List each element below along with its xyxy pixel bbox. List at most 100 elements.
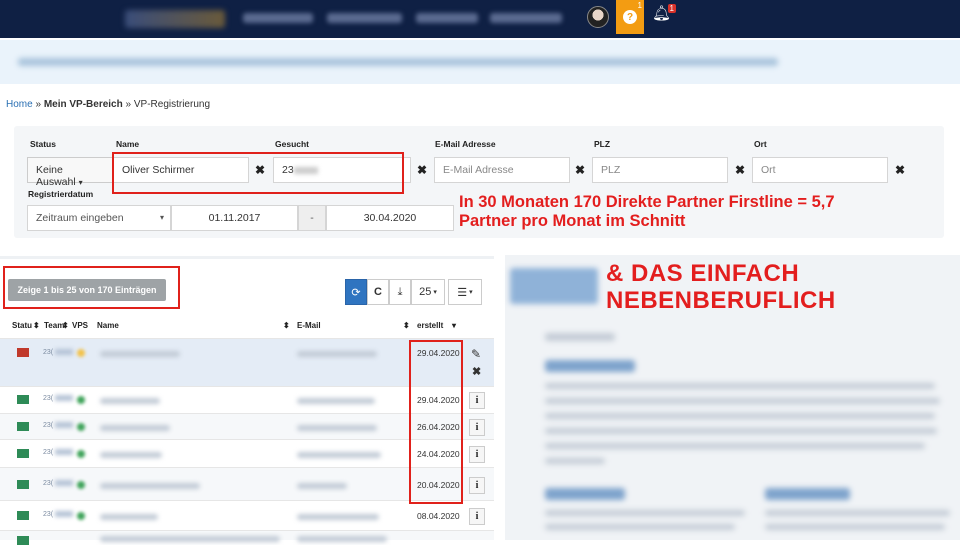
date-separator: - <box>298 205 326 231</box>
right-panel-subheading <box>545 488 625 500</box>
sort-icon: ⬍ <box>403 321 410 330</box>
mail-status-icon <box>17 449 29 458</box>
vps-status-icon <box>77 423 85 431</box>
nav-menu-item[interactable] <box>327 13 402 23</box>
date-range-select[interactable]: Zeitraum eingeben ▾ <box>27 205 171 231</box>
reload-icon: C <box>374 286 382 298</box>
col-status[interactable]: Statu <box>12 321 32 330</box>
table-row[interactable]: 23( 08.04.2020 i <box>0 500 494 530</box>
email-cell <box>297 536 387 542</box>
brand-logo[interactable] <box>125 10 225 28</box>
sort-icon: ⬍ <box>283 321 290 330</box>
date-from-input[interactable]: 01.11.2017 <box>171 205 298 231</box>
team-id: 23( <box>43 395 74 402</box>
status-label: Status <box>30 139 56 149</box>
clear-gesucht-button[interactable]: ✖ <box>411 157 433 183</box>
notification-badge: 1 <box>667 4 676 13</box>
email-cell <box>297 398 375 404</box>
top-navbar: ? 1 🔔︎ 1 <box>0 0 960 38</box>
right-panel-text <box>545 383 935 389</box>
clear-plz-button[interactable]: ✖ <box>729 157 751 183</box>
delete-icon[interactable]: ✖ <box>472 365 481 378</box>
name-cell <box>100 536 280 542</box>
team-id: 23( <box>43 422 74 429</box>
col-vps[interactable]: VPS <box>72 321 88 330</box>
email-input[interactable]: E-Mail Adresse <box>434 157 570 183</box>
user-avatar[interactable] <box>587 6 609 28</box>
ort-input[interactable]: Ort <box>752 157 888 183</box>
column-toggle-button[interactable]: ☰ ▾ <box>448 279 482 305</box>
notification-button[interactable]: 🔔︎ 1 <box>652 4 676 32</box>
clear-ort-button[interactable]: ✖ <box>889 157 911 183</box>
vps-status-icon <box>77 450 85 458</box>
highlight-box-count <box>3 266 180 309</box>
name-cell <box>100 425 170 431</box>
team-id: 23( <box>43 349 74 356</box>
info-icon: i <box>475 422 479 433</box>
edit-icon[interactable]: ✎ <box>471 347 481 361</box>
status-dropdown-value: Keine Auswahl <box>36 164 76 188</box>
info-button[interactable]: i <box>469 392 485 409</box>
info-icon: i <box>475 449 479 460</box>
sort-icon: ⬍ <box>33 321 40 330</box>
highlight-box-name <box>112 152 404 194</box>
breadcrumb-home-link[interactable]: Home <box>6 99 33 110</box>
col-email[interactable]: E-Mail <box>297 321 321 330</box>
col-created[interactable]: erstellt <box>417 321 443 330</box>
created-date: 08.04.2020 <box>417 511 460 521</box>
nav-menu-item[interactable] <box>243 13 313 23</box>
right-panel-text <box>545 510 745 516</box>
breadcrumb-separator: » <box>35 99 42 110</box>
plz-input[interactable]: PLZ <box>592 157 728 183</box>
info-button[interactable]: i <box>469 446 485 463</box>
table-row[interactable] <box>0 530 494 545</box>
vps-status-icon <box>77 512 85 520</box>
right-panel-header-button <box>510 268 598 304</box>
info-button[interactable]: i <box>469 508 485 525</box>
reload-button[interactable]: C <box>367 279 389 305</box>
info-banner-text <box>18 58 778 66</box>
vps-status-icon <box>77 481 85 489</box>
question-icon: ? <box>623 10 637 24</box>
name-cell <box>100 398 160 404</box>
email-cell <box>297 483 347 489</box>
gesucht-label: Gesucht <box>275 139 310 149</box>
team-id: 23( <box>43 449 74 456</box>
info-icon: i <box>475 480 479 491</box>
right-panel-text <box>545 443 925 449</box>
team-id: 23( <box>43 480 74 487</box>
table-header: Statu ⬍ Team ⬍ VPS Name ⬍ E-Mail ⬍ erste… <box>0 318 494 334</box>
col-name[interactable]: Name <box>97 321 119 330</box>
right-panel-text <box>765 510 950 516</box>
annotation-partner-stats: In 30 Monaten 170 Direkte Partner Firstl… <box>459 193 835 230</box>
nav-menu-item[interactable] <box>416 13 478 23</box>
email-cell <box>297 351 377 357</box>
nav-menu-item[interactable] <box>490 13 562 23</box>
page-size-dropdown[interactable]: 25 ▾ <box>411 279 445 305</box>
name-cell <box>100 351 180 357</box>
close-icon: ✖ <box>416 163 428 177</box>
vps-status-icon <box>77 396 85 404</box>
breadcrumb-section-link[interactable]: Mein VP-Bereich <box>44 99 123 110</box>
name-label: Name <box>116 139 140 149</box>
breadcrumb-separator: » <box>125 99 132 110</box>
download-button[interactable]: ⤓ <box>389 279 411 305</box>
right-panel-text <box>545 428 937 434</box>
mail-status-icon <box>17 422 29 431</box>
help-badge: 1 <box>637 1 642 10</box>
info-button[interactable]: i <box>469 419 485 436</box>
refresh-icon: ⟳ <box>351 286 361 299</box>
clear-email-button[interactable]: ✖ <box>569 157 591 183</box>
name-cell <box>100 483 200 489</box>
status-dropdown[interactable]: Keine Auswahl ▾ <box>27 157 113 188</box>
refresh-button[interactable]: ⟳ <box>345 279 367 305</box>
close-icon: ✖ <box>734 163 746 177</box>
info-button[interactable]: i <box>469 477 485 494</box>
vps-status-icon <box>77 349 85 357</box>
caret-down-icon: ▾ <box>159 213 164 222</box>
email-cell <box>297 514 379 520</box>
help-button[interactable]: ? 1 <box>616 0 644 34</box>
plz-label: PLZ <box>594 139 611 149</box>
date-to-input[interactable]: 30.04.2020 <box>326 205 454 231</box>
right-panel-title <box>545 333 615 341</box>
